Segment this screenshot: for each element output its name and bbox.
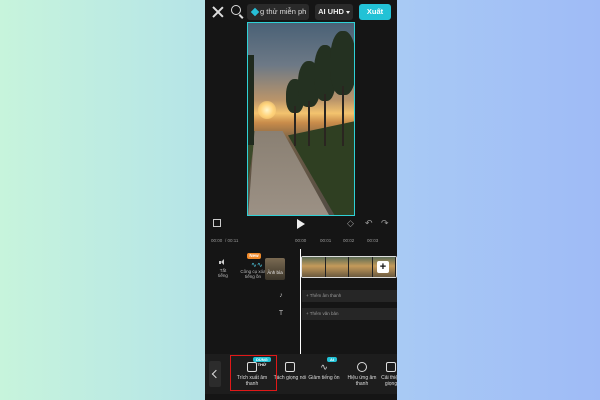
add-text-track[interactable]: + Thêm văn bản <box>302 308 397 320</box>
sound-effects-button[interactable]: Hiệu ứng âm thanh <box>345 354 379 394</box>
quality-dropdown[interactable]: AI UHD <box>315 4 353 20</box>
enhance-voice-button[interactable]: Cải thiện giọng <box>379 354 397 394</box>
music-note-icon[interactable]: ♪ <box>277 292 285 300</box>
free-trial-label: g thử miễn ph <box>260 7 307 16</box>
preview-trees <box>286 31 354 146</box>
clip-frame <box>349 257 373 277</box>
undo-icon[interactable]: ↶ <box>365 218 373 229</box>
mute-label[interactable]: Tắt tiếng <box>215 268 231 278</box>
enhance-voice-label: Cải thiện giọng <box>381 375 397 387</box>
add-clip-button[interactable]: + <box>377 261 389 273</box>
ruler-tick: 00:02 <box>343 238 355 243</box>
sound-effects-label: Hiệu ứng âm thanh <box>347 375 377 387</box>
noise-reduction-button[interactable]: AI ∿ Giảm tiếng ồn <box>307 354 341 394</box>
preview-sun <box>258 101 276 119</box>
add-audio-track[interactable]: + Thêm âm thanh <box>302 290 397 302</box>
noise-tool-label[interactable]: Công cụ xóa tiếng ồn <box>239 269 267 279</box>
close-icon[interactable] <box>211 5 225 19</box>
redo-icon[interactable]: ↷ <box>381 218 389 229</box>
system-nav-bar <box>205 394 397 400</box>
ruler-tick: 00:03 <box>367 238 379 243</box>
export-button[interactable]: Xuất <box>359 4 391 20</box>
separate-voice-button[interactable]: Tách giọng nói <box>273 354 307 394</box>
video-preview[interactable] <box>247 22 355 216</box>
timeline-ruler: 00:00 / 00:11 00:00 00:01 00:02 00:03 <box>205 237 397 247</box>
waveform-icon[interactable]: ∿∿ <box>251 262 263 269</box>
separate-voice-label: Tách giọng nói <box>273 375 307 381</box>
total-time: / 00:11 <box>225 238 239 243</box>
text-icon[interactable]: T <box>277 310 285 318</box>
tree-trunk <box>294 106 296 146</box>
tree-trunk <box>324 94 326 146</box>
separate-voice-icon <box>285 362 295 372</box>
tree-trunk <box>342 86 344 146</box>
clip-frame <box>302 257 326 277</box>
enhance-voice-icon <box>386 362 396 372</box>
diamond-icon <box>250 7 260 17</box>
playhead[interactable] <box>300 249 302 354</box>
current-time: 00:00 <box>211 238 223 243</box>
search-icon[interactable] <box>231 5 243 17</box>
tree-trunk <box>308 101 310 146</box>
sound-effects-icon <box>357 362 367 372</box>
ruler-tick: 00:01 <box>320 238 332 243</box>
chevron-down-icon <box>345 10 350 14</box>
free-trial-button[interactable]: g thử miễn ph <box>247 4 309 20</box>
preview-trees-left <box>248 55 254 145</box>
speaker-icon[interactable] <box>219 259 225 265</box>
ai-badge: AI <box>327 357 337 362</box>
fullscreen-icon[interactable] <box>213 219 221 227</box>
highlight-box <box>230 355 277 391</box>
play-icon[interactable] <box>297 219 305 229</box>
cover-thumbnail[interactable] <box>265 258 285 280</box>
noise-reduction-label: Giảm tiếng ồn <box>308 375 340 381</box>
keyframe-icon[interactable]: ◇ <box>347 218 354 229</box>
top-bar: g thử miễn ph AI UHD Xuất <box>205 0 397 24</box>
back-button[interactable] <box>209 361 221 387</box>
new-badge: New <box>247 253 261 259</box>
quality-label: AI UHD <box>318 7 344 16</box>
cover-label: Ảnh bìa <box>267 270 283 275</box>
waveform-icon: ∿ <box>320 362 328 372</box>
phone-screen: g thử miễn ph AI UHD Xuất ◇ ↶ ↷ 00:00 / <box>205 0 397 400</box>
ruler-tick: 00:00 <box>295 238 307 243</box>
clip-frame <box>325 257 349 277</box>
